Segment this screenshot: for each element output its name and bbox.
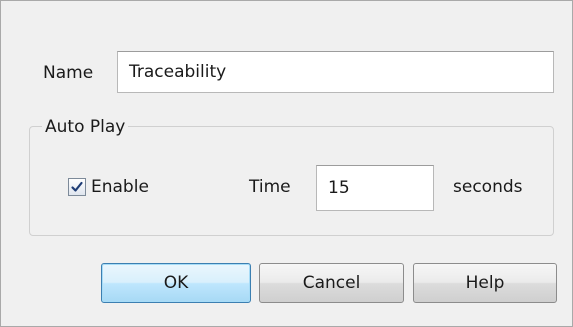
name-label: Name — [43, 63, 94, 83]
enable-label[interactable]: Enable — [91, 177, 149, 197]
help-button[interactable]: Help — [413, 263, 557, 303]
name-input[interactable]: Traceability — [117, 51, 554, 93]
time-label: Time — [249, 177, 291, 197]
ok-button[interactable]: OK — [101, 263, 251, 303]
dialog: Name Traceability Auto Play Enable Time … — [0, 0, 573, 327]
time-input[interactable]: 15 — [316, 165, 434, 211]
enable-checkbox[interactable] — [68, 178, 86, 196]
checkmark-icon — [71, 181, 83, 192]
cancel-button[interactable]: Cancel — [259, 263, 404, 303]
auto-play-group-title: Auto Play — [42, 117, 129, 137]
seconds-label: seconds — [453, 177, 523, 197]
